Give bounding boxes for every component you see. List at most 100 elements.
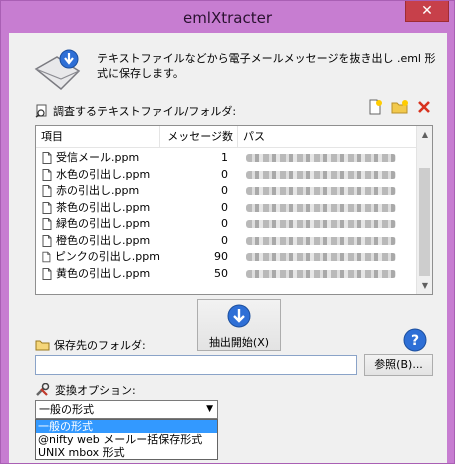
table-row[interactable]: ピンクの引出し.ppm 90 xyxy=(36,249,418,266)
search-file-icon xyxy=(35,104,47,118)
row-path xyxy=(238,233,418,250)
mail-envelope-icon xyxy=(34,49,81,91)
row-path xyxy=(238,266,418,283)
obscured-path xyxy=(246,220,396,229)
file-icon xyxy=(42,267,52,280)
row-count: 0 xyxy=(221,200,228,214)
file-icon xyxy=(42,168,52,181)
row-item: 水色の引出し.ppm xyxy=(36,167,160,184)
sources-label-group: 調査するテキストファイル/フォルダ: xyxy=(35,103,236,119)
selected-option: 一般の形式 xyxy=(39,403,94,416)
table-row[interactable]: 受信メール.ppm 1 xyxy=(36,150,418,167)
destination-label-group: 保存先のフォルダ: xyxy=(35,337,146,353)
description-text: テキストファイルなどから電子メールメッセージを抜き出し .eml 形式に保存しま… xyxy=(97,52,436,80)
destination-label: 保存先のフォルダ: xyxy=(54,339,146,352)
row-item: 受信メール.ppm xyxy=(36,150,160,167)
title-bar[interactable]: emlXtracter ✕ xyxy=(1,1,454,33)
file-icon xyxy=(42,234,52,247)
file-icon xyxy=(42,201,52,214)
row-name: 茶色の引出し.ppm xyxy=(56,200,151,214)
scroll-up-icon[interactable]: ▲ xyxy=(417,126,432,143)
obscured-path xyxy=(246,203,396,212)
scroll-thumb[interactable] xyxy=(419,168,430,276)
add-file-icon[interactable] xyxy=(367,99,383,115)
row-item: 黄色の引出し.ppm xyxy=(36,266,160,283)
row-item: 茶色の引出し.ppm xyxy=(36,200,160,217)
row-count: 1 xyxy=(221,151,228,164)
row-item: 赤の引出し.ppm xyxy=(36,183,160,200)
row-count: 50 xyxy=(214,266,228,280)
row-path xyxy=(238,249,418,266)
scroll-down-icon[interactable]: ▼ xyxy=(417,277,432,294)
table-row[interactable]: 緑色の引出し.ppm 0 xyxy=(36,216,418,233)
table-row[interactable]: 橙色の引出し.ppm 0 xyxy=(36,233,418,250)
table-row[interactable]: 黄色の引出し.ppm 50 xyxy=(36,266,418,283)
folder-icon xyxy=(35,340,50,351)
options-label: 変換オプション: xyxy=(55,384,136,397)
svg-text:?: ? xyxy=(411,333,419,349)
obscured-path xyxy=(246,154,396,163)
row-name: 橙色の引出し.ppm xyxy=(56,233,151,247)
options-label-group: 変換オプション: xyxy=(35,382,136,398)
option-dropdown-list: 一般の形式 @nifty web メールー括保存形式 UNIX mbox 形式 xyxy=(35,419,218,460)
table-row[interactable]: 茶色の引出し.ppm 0 xyxy=(36,200,418,217)
row-path xyxy=(238,200,418,217)
row-name: 受信メール.ppm xyxy=(56,151,140,164)
file-icon xyxy=(42,152,52,165)
source-toolbar xyxy=(367,99,431,115)
obscured-path xyxy=(246,253,396,262)
file-icon xyxy=(42,251,51,263)
row-item: 橙色の引出し.ppm xyxy=(36,233,160,250)
row-count: 90 xyxy=(214,250,228,263)
table-row[interactable]: 水色の引出し.ppm 0 xyxy=(36,167,418,184)
table-row[interactable]: 赤の引出し.ppm 0 xyxy=(36,183,418,200)
extract-button[interactable]: 抽出開始(X) xyxy=(197,299,281,351)
extract-button-label: 抽出開始(X) xyxy=(208,336,270,349)
close-button[interactable]: ✕ xyxy=(405,1,449,22)
chevron-down-icon[interactable]: ▼ xyxy=(206,401,213,418)
row-path xyxy=(238,150,418,167)
row-path xyxy=(238,167,418,184)
row-name: 黄色の引出し.ppm xyxy=(56,266,151,280)
vertical-scrollbar[interactable]: ▲ ▼ xyxy=(416,126,432,294)
column-header-count[interactable]: メッセージ数 xyxy=(160,126,238,148)
row-item: ピンクの引出し.ppm xyxy=(36,249,160,266)
row-name: 赤の引出し.ppm xyxy=(56,184,140,197)
dropdown-option[interactable]: 一般の形式 xyxy=(36,420,217,433)
sources-label: 調査するテキストファイル/フォルダ: xyxy=(53,105,237,118)
source-list[interactable]: 項目 メッセージ数 パス 受信メール.ppm 1 水色の引出し.ppm 0 赤の引出し.… xyxy=(35,125,433,295)
help-icon[interactable]: ? xyxy=(403,328,427,352)
row-count: 0 xyxy=(221,184,228,197)
column-header-item[interactable]: 項目 xyxy=(36,126,160,148)
obscured-path xyxy=(246,236,396,245)
row-name: 緑色の引出し.ppm xyxy=(56,217,151,230)
row-count: 0 xyxy=(221,167,228,181)
client-area: テキストファイルなどから電子メールメッセージを抜き出し .eml 形式に保存しま… xyxy=(9,33,447,463)
row-name: ピンクの引出し.ppm xyxy=(54,250,160,263)
row-item: 緑色の引出し.ppm xyxy=(36,216,160,233)
file-icon xyxy=(42,185,52,198)
list-header: 項目 メッセージ数 パス xyxy=(36,126,418,148)
dropdown-option[interactable]: @nifty web メールー括保存形式 xyxy=(36,433,217,446)
column-header-path[interactable]: パス xyxy=(238,126,418,148)
window-title: emlXtracter xyxy=(182,9,273,27)
obscured-path xyxy=(246,170,396,179)
row-path xyxy=(238,216,418,233)
dropdown-option[interactable]: UNIX mbox 形式 xyxy=(36,446,217,459)
row-count: 0 xyxy=(221,217,228,230)
tools-icon xyxy=(36,383,50,396)
row-count: 0 xyxy=(221,233,228,247)
obscured-path xyxy=(246,187,396,196)
list-rows: 受信メール.ppm 1 水色の引出し.ppm 0 赤の引出し.ppm 0 茶色の引出し.pp… xyxy=(36,150,418,282)
file-icon xyxy=(42,218,52,231)
add-folder-icon[interactable] xyxy=(391,99,409,115)
app-window: emlXtracter ✕ テキストファイルなどから電子メールメッセージを抜き出… xyxy=(0,0,455,464)
browse-button[interactable]: 参照(B)... xyxy=(364,354,433,376)
row-name: 水色の引出し.ppm xyxy=(56,167,151,181)
obscured-path xyxy=(246,269,396,278)
row-path xyxy=(238,183,418,200)
download-arrow-icon xyxy=(227,304,251,328)
conversion-option-select[interactable]: 一般の形式 ▼ xyxy=(35,400,218,419)
remove-icon[interactable] xyxy=(417,100,431,114)
destination-folder-input[interactable] xyxy=(35,355,357,375)
